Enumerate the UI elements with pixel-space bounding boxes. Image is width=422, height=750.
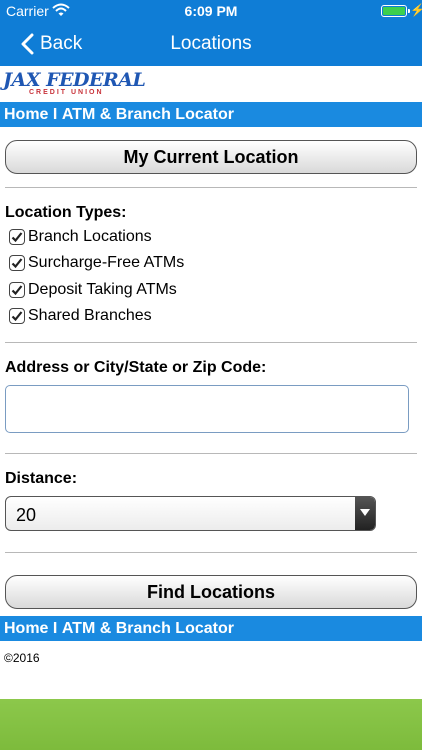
checkmark-icon: [11, 285, 23, 296]
checkbox-label: Surcharge-Free ATMs: [28, 254, 185, 271]
my-current-location-button[interactable]: My Current Location: [5, 140, 417, 174]
location-types-label: Location Types:: [5, 204, 127, 221]
page-title: Locations: [170, 33, 252, 54]
checkbox-shared-branches[interactable]: Shared Branches: [9, 305, 152, 327]
breadcrumb-home-link[interactable]: Home: [4, 620, 48, 638]
checkbox-box[interactable]: [9, 255, 25, 271]
checkbox-box[interactable]: [9, 282, 25, 298]
clock: 6:09 PM: [184, 3, 238, 19]
find-locations-button[interactable]: Find Locations: [5, 575, 417, 609]
breadcrumb-top: Home I ATM & Branch Locator: [0, 102, 422, 127]
divider: [5, 342, 417, 343]
checkmark-icon: [11, 258, 23, 269]
distance-select[interactable]: 20: [5, 496, 376, 531]
distance-value: 20: [16, 505, 37, 525]
checkbox-surcharge-free-atms[interactable]: Surcharge-Free ATMs: [9, 252, 184, 274]
checkmark-icon: [11, 232, 23, 243]
checkbox-label: Deposit Taking ATMs: [28, 281, 177, 298]
logo-bar: JAX FEDERAL CREDIT UNION: [0, 66, 422, 102]
footer-band: [0, 699, 422, 750]
navigation-bar: Back Locations: [0, 22, 422, 66]
logo-sub-text: CREDIT UNION: [29, 89, 104, 96]
breadcrumb-current-link[interactable]: ATM & Branch Locator: [62, 106, 234, 124]
distance-label: Distance:: [5, 470, 78, 487]
checkbox-label: Branch Locations: [28, 228, 152, 245]
divider: [5, 453, 417, 454]
breadcrumb-separator: I: [52, 620, 58, 637]
breadcrumb-current-link[interactable]: ATM & Branch Locator: [62, 620, 234, 638]
dropdown-toggle[interactable]: [355, 497, 375, 530]
jax-federal-logo: JAX FEDERAL CREDIT UNION: [3, 69, 146, 99]
checkbox-box[interactable]: [9, 308, 25, 324]
address-input[interactable]: [5, 385, 409, 433]
breadcrumb-separator: I: [52, 106, 58, 123]
checkbox-label: Shared Branches: [28, 307, 152, 324]
triangle-down-icon: [360, 509, 370, 516]
divider: [5, 552, 417, 553]
breadcrumb-bottom: Home I ATM & Branch Locator: [0, 616, 422, 641]
status-bar: Carrier 6:09 PM ⚡: [0, 0, 422, 22]
charging-bolt-icon: ⚡: [410, 3, 422, 17]
checkbox-deposit-taking-atms[interactable]: Deposit Taking ATMs: [9, 279, 177, 301]
battery-icon: [381, 5, 410, 17]
checkbox-box[interactable]: [9, 229, 25, 245]
address-label: Address or City/State or Zip Code:: [5, 359, 267, 376]
checkbox-branch-locations[interactable]: Branch Locations: [9, 226, 152, 248]
divider: [5, 187, 417, 188]
logo-main-text: JAX FEDERAL: [3, 69, 146, 91]
copyright-text: ©2016: [4, 651, 40, 665]
breadcrumb-home-link[interactable]: Home: [4, 106, 48, 124]
battery-level: [383, 7, 405, 15]
checkmark-icon: [11, 311, 23, 322]
